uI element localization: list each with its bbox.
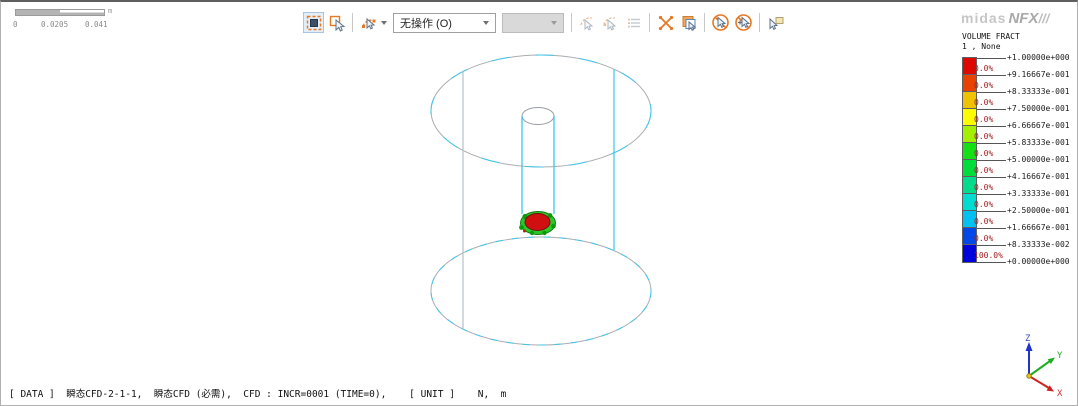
logo-product-text: NFX [1008,10,1038,27]
fit-snapshot-icon [305,14,323,32]
contour-legend: VOLUME FRACT 1 , None +1.00000e+000 0.0% +… [962,32,1076,263]
legend-tick [977,177,1006,178]
target-combobox[interactable] [502,13,564,33]
legend-percent: 100.0% [974,251,1003,260]
pick-list-icon [626,15,642,31]
legend-value: +8.33333e-002 [1007,240,1070,249]
legend-value: +1.66667e-001 [1007,223,1070,232]
legend-tick [977,160,1006,161]
chevron-down-icon [483,21,489,25]
pick-cursor-icon [328,14,346,32]
select-window-button[interactable] [678,12,699,33]
deselect-all-icon [657,14,675,32]
deselect-all-button[interactable] [655,12,676,33]
pick-cursor-button[interactable] [326,12,347,33]
legend-value: +3.33333e-001 [1007,189,1070,198]
coordinate-triad: Z Y X [1003,332,1075,406]
legend-value: +6.66667e-001 [1007,121,1070,130]
legend-value: +2.50000e-001 [1007,206,1070,215]
legend-value: +4.16667e-001 [1007,172,1070,181]
select-window-icon [680,14,698,32]
filter-pick-button[interactable] [358,12,379,33]
legend-subtitle: 1 , None [962,42,1076,52]
scale-ruler-bar [15,9,105,16]
x-axis [1029,376,1049,388]
legend-percent: 0.0% [974,81,993,90]
legend-percent: 0.0% [974,115,993,124]
legend-value: +8.33333e-001 [1007,87,1070,96]
filter-pick-dropdown-caret[interactable] [381,21,387,25]
pick-disable-icon [711,13,730,32]
tube-top-edge [522,108,554,125]
legend-percent: 0.0% [974,132,993,141]
legend-tick [977,211,1006,212]
midas-nfx-post-window: m 0 0.0205 0.041 [0,0,1078,406]
pick-list-button[interactable] [623,12,644,33]
cylinder-top-edge [431,55,651,167]
pick-edge-add-button[interactable] [600,12,621,33]
legend-percent: 0.0% [974,234,993,243]
x-axis-label: X [1057,389,1063,399]
legend-value: +1.00000e+000 [1007,53,1070,62]
selection-toolbar: 无操作 (O) [302,11,787,34]
pick-disable-add-button[interactable] [733,12,754,33]
z-axis-label: Z [1025,334,1031,344]
legend-tick [977,262,1006,263]
cylinder-bottom-edge-cyan [431,237,651,345]
pick-disable-button[interactable] [710,12,731,33]
logo-brand-text: midas [961,10,1006,26]
fit-snapshot-button[interactable] [303,12,324,33]
probe-icon [767,14,785,32]
pick-edge-add-icon [602,14,620,32]
scale-tick-0: 0 [13,20,18,29]
y-axis [1029,361,1050,376]
legend-tick [977,194,1006,195]
legend-value: +0.00000e+000 [1007,257,1070,266]
view-scale-ruler: m 0 0.0205 0.041 [15,8,135,32]
pick-edge-icon [579,14,597,32]
model-viewport[interactable] [1,2,1078,406]
cylinder-top-edge-cyan [431,55,651,167]
legend-tick [977,92,1006,93]
filter-pick-icon [360,14,378,32]
logo-slashes: /// [1038,11,1049,26]
legend-tick [977,143,1006,144]
legend-percent: 0.0% [974,200,993,209]
cylinder-bottom-edge [431,237,651,345]
legend-tick [977,58,1006,59]
legend-percent: 0.0% [974,149,993,158]
legend-title: VOLUME FRACT [962,32,1076,42]
legend-value: +5.83333e-001 [1007,138,1070,147]
legend-row: +0.00000e+000 [962,262,1076,263]
scale-tick-2: 0.041 [85,20,108,29]
legend-percent: 0.0% [974,217,993,226]
legend-percent: 0.0% [974,166,993,175]
triad-origin [1027,374,1031,378]
scale-tick-1: 0.0205 [41,20,68,29]
legend-percent: 0.0% [974,98,993,107]
status-bar: [ DATA ] 瞬态CFD-2-1-1, 瞬态CFD (必需), CFD : … [9,386,506,400]
legend-value: +7.50000e-001 [1007,104,1070,113]
midas-nfx-logo: midasNFX/// [961,10,1075,30]
legend-value: +9.16667e-001 [1007,70,1070,79]
chevron-down-icon [551,21,557,25]
action-combobox[interactable]: 无操作 (O) [393,13,496,33]
scale-unit-label: m [108,7,112,15]
fluid-blob [519,212,556,236]
legend-tick [977,126,1006,127]
legend-value: +5.00000e-001 [1007,155,1070,164]
legend-percent: 0.0% [974,183,993,192]
legend-tick [977,75,1006,76]
pick-edge-button[interactable] [577,12,598,33]
probe-button[interactable] [765,12,786,33]
pick-disable-add-icon [734,13,753,32]
legend-tick [977,109,1006,110]
legend-tick [977,228,1006,229]
legend-percent: 0.0% [974,64,993,73]
action-combobox-value: 无操作 (O) [394,15,483,31]
legend-scale: +1.00000e+0000.0%+9.16667e-0010.0%+8.333… [962,58,1076,263]
legend-tick [977,245,1006,246]
y-axis-label: Y [1057,351,1063,361]
